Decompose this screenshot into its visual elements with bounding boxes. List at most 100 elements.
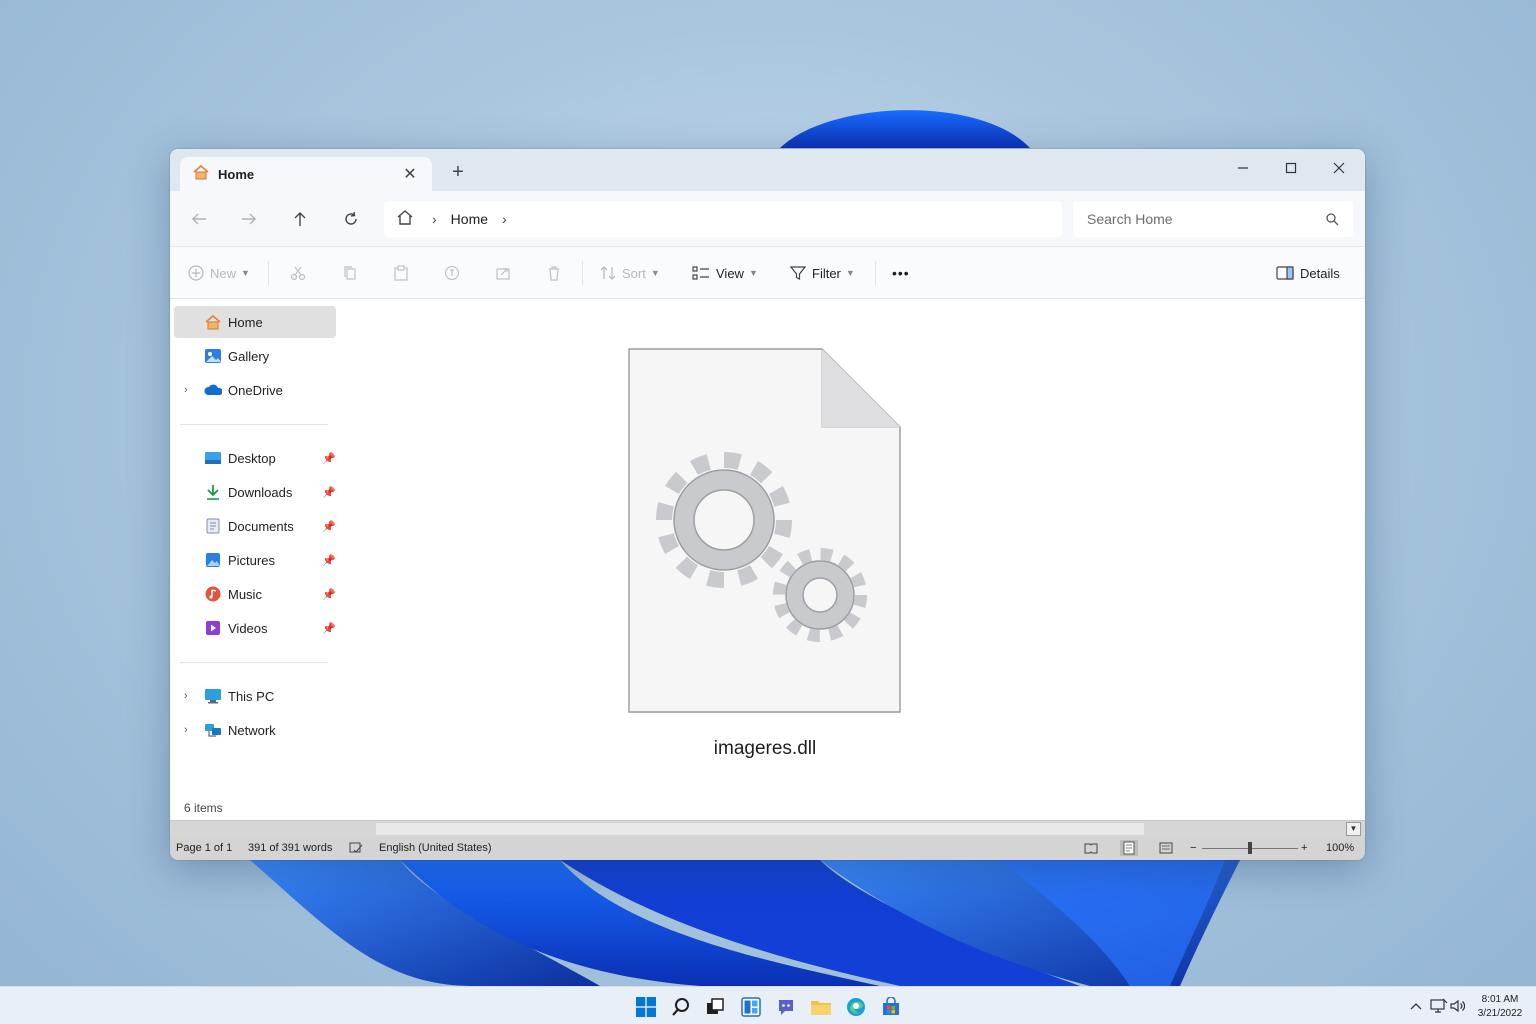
close-icon	[1333, 162, 1345, 174]
web-layout-icon[interactable]	[1159, 842, 1173, 857]
tab-close-icon[interactable]: ✕	[400, 164, 420, 184]
chat-button[interactable]	[774, 995, 798, 1019]
tab-label: Home	[218, 166, 255, 182]
maximize-button[interactable]	[1268, 153, 1314, 183]
sidebar-item-desktop[interactable]: Desktop 📌	[174, 442, 336, 474]
sidebar-item-label: Desktop	[228, 450, 276, 466]
pin-icon: 📌	[322, 520, 336, 533]
widgets-button[interactable]	[739, 995, 763, 1019]
clock-time: 8:01 AM	[1481, 994, 1519, 1005]
store-button[interactable]	[879, 995, 903, 1019]
sidebar-item-videos[interactable]: Videos 📌	[174, 612, 336, 644]
sidebar-item-label: Downloads	[228, 484, 293, 500]
system-clock[interactable]: 8:01 AM 3/21/2022	[1474, 993, 1526, 1021]
filter-button[interactable]: Filter ▼	[790, 259, 855, 287]
rename-button[interactable]	[444, 259, 460, 287]
sidebar-item-music[interactable]: Music 📌	[174, 578, 336, 610]
up-button[interactable]	[285, 205, 315, 233]
file-explorer-button[interactable]	[809, 995, 833, 1019]
scroll-down-icon[interactable]: ▼	[1346, 822, 1361, 836]
cut-button[interactable]	[290, 259, 306, 287]
proofing-icon[interactable]	[349, 842, 363, 857]
item-count: 6 items	[184, 801, 223, 815]
word-count[interactable]: 391 of 391 words	[248, 842, 332, 854]
title-bar: Home ✕ +	[170, 149, 1365, 191]
trash-icon	[549, 266, 559, 281]
share-button[interactable]	[495, 259, 511, 287]
chevron-right-icon[interactable]: ›	[184, 384, 188, 396]
maximize-icon	[1285, 162, 1297, 174]
details-button[interactable]: Details	[1276, 259, 1340, 287]
back-button[interactable]	[184, 205, 214, 233]
address-bar[interactable]: › Home ›	[384, 201, 1062, 237]
dll-file-icon[interactable]	[628, 348, 902, 714]
search-icon	[672, 998, 689, 1016]
chevron-right-icon[interactable]: ›	[184, 724, 188, 736]
view-button[interactable]: View ▼	[692, 259, 758, 287]
horizontal-scrollbar[interactable]: ▼	[170, 820, 1365, 837]
gallery-icon	[204, 347, 222, 365]
zoom-in-button[interactable]: +	[1301, 842, 1307, 854]
sidebar-divider	[180, 662, 328, 663]
sidebar-item-pictures[interactable]: Pictures 📌	[174, 544, 336, 576]
delete-button[interactable]	[546, 259, 562, 287]
refresh-button[interactable]	[336, 205, 366, 233]
network-status-button[interactable]	[1429, 995, 1449, 1017]
zoom-level[interactable]: 100%	[1326, 842, 1354, 854]
sidebar-item-gallery[interactable]: Gallery	[174, 340, 336, 372]
sort-button[interactable]: Sort ▼	[600, 259, 660, 287]
start-button[interactable]	[634, 995, 658, 1019]
sidebar-item-documents[interactable]: Documents 📌	[174, 510, 336, 542]
minimize-button[interactable]	[1220, 153, 1266, 183]
task-view-button[interactable]	[703, 995, 727, 1019]
search-box[interactable]: Search Home	[1073, 201, 1353, 237]
sidebar-item-this-pc[interactable]: › This PC	[174, 680, 336, 712]
new-tab-button[interactable]: +	[448, 161, 468, 184]
scrollbar-thumb[interactable]	[376, 823, 1144, 835]
plus-circle-icon	[188, 265, 204, 281]
tab-home[interactable]: Home ✕	[180, 157, 432, 191]
cloud-icon	[204, 381, 222, 399]
close-button[interactable]	[1316, 153, 1362, 183]
sidebar-item-network[interactable]: › Network	[174, 714, 336, 746]
sidebar-item-downloads[interactable]: Downloads 📌	[174, 476, 336, 508]
volume-button[interactable]	[1449, 995, 1469, 1017]
word-status-bar: Page 1 of 1 391 of 391 words English (Un…	[170, 837, 1365, 860]
more-options-button[interactable]: •••	[892, 259, 910, 287]
pin-icon: 📌	[322, 588, 336, 601]
pin-icon: 📌	[322, 622, 336, 635]
chevron-right-icon: ›	[432, 211, 437, 227]
sidebar-item-label: Network	[228, 722, 276, 738]
page-count[interactable]: Page 1 of 1	[176, 842, 232, 854]
new-button[interactable]: New ▼	[188, 259, 250, 287]
language[interactable]: English (United States)	[379, 842, 492, 854]
sidebar-item-label: Gallery	[228, 348, 270, 364]
chevron-right-icon[interactable]: ›	[184, 690, 188, 702]
home-icon	[192, 164, 210, 185]
search-placeholder: Search Home	[1087, 211, 1173, 227]
copy-button[interactable]	[342, 259, 358, 287]
forward-button[interactable]	[234, 205, 264, 233]
arrow-up-icon	[294, 212, 306, 226]
read-mode-icon[interactable]	[1084, 842, 1098, 857]
sidebar-item-label: Documents	[228, 518, 294, 534]
sidebar-item-home[interactable]: Home	[174, 306, 336, 338]
paste-button[interactable]	[393, 259, 409, 287]
sort-label: Sort	[622, 265, 646, 281]
breadcrumb-home[interactable]: Home	[451, 211, 488, 227]
download-icon	[204, 483, 222, 501]
chevron-down-icon: ▼	[845, 268, 855, 278]
edge-button[interactable]	[844, 995, 868, 1019]
file-name-label[interactable]: imageres.dll	[590, 738, 940, 760]
chevron-right-icon[interactable]: ›	[502, 211, 507, 227]
pin-icon: 📌	[322, 554, 336, 567]
zoom-slider-handle[interactable]	[1248, 842, 1252, 854]
show-hidden-icons-button[interactable]	[1406, 995, 1426, 1017]
print-layout-icon[interactable]	[1120, 840, 1138, 859]
search-icon	[1326, 212, 1339, 225]
zoom-out-button[interactable]: −	[1190, 842, 1196, 854]
sidebar-item-onedrive[interactable]: › OneDrive	[174, 374, 336, 406]
toolbar-divider	[268, 261, 269, 285]
search-button[interactable]	[669, 995, 693, 1019]
toolbar-divider	[582, 261, 583, 285]
